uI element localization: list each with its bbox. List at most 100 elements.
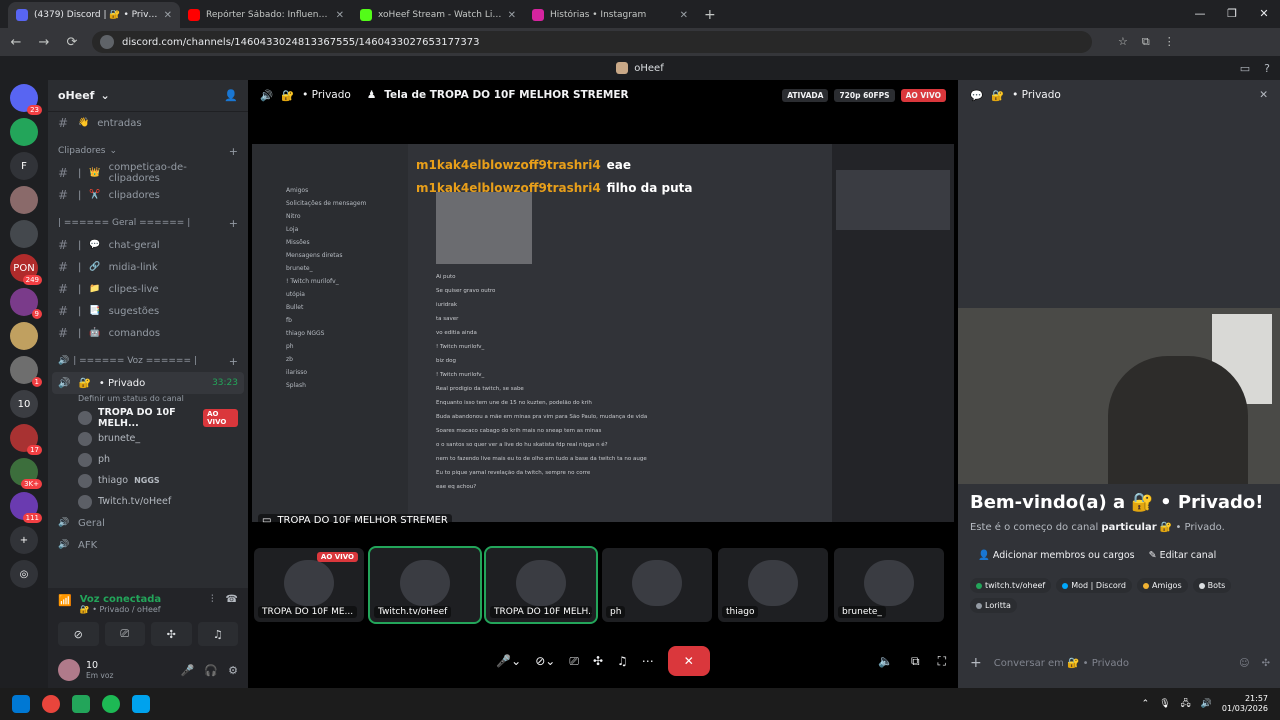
- close-tab-icon[interactable]: ✕: [680, 10, 688, 21]
- menu-dots-icon[interactable]: ⋮: [1164, 35, 1175, 49]
- participant-tile[interactable]: Twitch.tv/oHeef: [368, 546, 482, 624]
- microphone-icon[interactable]: 🎤⌄: [496, 654, 521, 668]
- role-tag[interactable]: Bots: [1192, 578, 1232, 593]
- server-icon[interactable]: 23: [10, 84, 42, 115]
- channel-competiçao-de-clipadores[interactable]: # | 👑 competiçao-de-clipadores: [48, 162, 248, 184]
- close-tab-icon[interactable]: ✕: [336, 10, 344, 21]
- browser-tab[interactable]: Histórias • Instagram ✕: [524, 2, 696, 28]
- server-icon[interactable]: 3K+: [10, 458, 42, 489]
- add-members-button[interactable]: 👤 Adicionar membros ou cargos: [978, 550, 1135, 561]
- gear-icon[interactable]: ⚙: [228, 664, 238, 677]
- voice-user[interactable]: thiago NGGS: [48, 470, 248, 491]
- site-info-icon[interactable]: [100, 35, 114, 49]
- browser-tab[interactable]: (4379) Discord | 🔐 • Privad ✕: [8, 2, 180, 28]
- edit-channel-button[interactable]: ✎ Editar canal: [1149, 550, 1217, 561]
- participant-tile[interactable]: TROPA DO 10F MELH...: [484, 546, 598, 624]
- back-icon[interactable]: ←: [8, 35, 24, 50]
- activities-button[interactable]: ✣: [151, 622, 192, 646]
- server-icon[interactable]: [10, 322, 38, 350]
- url-field[interactable]: discord.com/channels/1460433024813367555…: [92, 31, 1092, 53]
- forward-icon[interactable]: →: [36, 35, 52, 50]
- file-explorer-icon[interactable]: [132, 695, 150, 713]
- voice-channel-geral[interactable]: 🔊 Geral: [48, 512, 248, 534]
- bookmark-star-icon[interactable]: ☆: [1118, 35, 1128, 49]
- server-icon[interactable]: 10: [10, 390, 38, 418]
- close-tab-icon[interactable]: ✕: [508, 10, 516, 21]
- browser-tab[interactable]: xoHeef Stream - Watch Live on ✕: [352, 2, 524, 28]
- tray-chevron-icon[interactable]: ⌃: [1142, 699, 1150, 709]
- channel-clipes-live[interactable]: # | 📁 clipes-live: [48, 278, 248, 300]
- discover-icon[interactable]: ◎: [10, 560, 38, 588]
- channel-status[interactable]: Definir um status do canal: [48, 394, 248, 407]
- spotify-icon[interactable]: [102, 695, 120, 713]
- voice-channel-privado[interactable]: 🔊 🔐 • Privado 33:23: [52, 372, 244, 394]
- volume-icon[interactable]: 🔈: [878, 654, 893, 669]
- volume-tray-icon[interactable]: 🔊: [1201, 699, 1212, 709]
- help-icon[interactable]: ?: [1264, 62, 1270, 75]
- role-tag[interactable]: twitch.tv/oheef: [970, 578, 1052, 593]
- more-icon[interactable]: ⋯: [642, 654, 654, 668]
- extensions-icon[interactable]: ⧉: [1142, 35, 1150, 49]
- participant-tile[interactable]: thiago: [718, 548, 828, 622]
- add-attachment-icon[interactable]: +: [970, 655, 982, 671]
- add-channel-icon[interactable]: +: [229, 145, 238, 158]
- close-icon[interactable]: ✕: [1259, 89, 1268, 101]
- maximize-button[interactable]: ❐: [1216, 0, 1248, 28]
- microphone-icon[interactable]: 🎤: [181, 664, 195, 677]
- participant-tile[interactable]: ph: [602, 548, 712, 622]
- message-input[interactable]: Conversar em 🔐 • Privado: [994, 658, 1129, 669]
- participant-tile[interactable]: brunete_: [834, 548, 944, 622]
- voice-user[interactable]: TROPA DO 10F MELH... AO VIVO: [48, 407, 248, 429]
- invite-user-icon[interactable]: 👤: [224, 89, 238, 102]
- channel-midia-link[interactable]: # | 🔗 midia-link: [48, 256, 248, 278]
- add-server-icon[interactable]: +: [10, 526, 38, 554]
- message-composer[interactable]: + Conversar em 🔐 • Privado ☺ ✣: [970, 650, 1270, 676]
- channel-entradas[interactable]: # 👋 entradas: [48, 112, 248, 134]
- voice-user[interactable]: ph: [48, 449, 248, 470]
- leave-call-button[interactable]: ✕: [667, 646, 710, 676]
- mic-tray-icon[interactable]: 🎙: [1159, 699, 1170, 709]
- server-icon[interactable]: 17: [10, 424, 42, 455]
- category-clipadores[interactable]: Clipadores ⌄ +: [48, 140, 248, 162]
- clock[interactable]: 21:57 01/03/2026: [1222, 694, 1268, 714]
- reload-icon[interactable]: ⟳: [64, 35, 80, 50]
- server-icon[interactable]: 9: [10, 288, 42, 319]
- server-icon[interactable]: 1: [10, 356, 42, 387]
- activities-icon[interactable]: ✣: [593, 654, 603, 668]
- emoji-icon[interactable]: ☺: [1239, 658, 1249, 669]
- channel-clipadores[interactable]: # | ✂️ clipadores: [48, 184, 248, 206]
- close-tab-icon[interactable]: ✕: [164, 10, 172, 21]
- voice-channel-afk[interactable]: 🔊 AFK: [48, 534, 248, 556]
- windows-start-icon[interactable]: [12, 695, 30, 713]
- share-screen-button[interactable]: ⎚: [104, 622, 145, 646]
- server-icon[interactable]: [10, 118, 38, 146]
- channel-chat-geral[interactable]: # | 💬 chat-geral: [48, 234, 248, 256]
- discord-app-icon[interactable]: [72, 695, 90, 713]
- network-icon[interactable]: 🖧: [1181, 696, 1191, 712]
- fullscreen-icon[interactable]: ⛶: [938, 654, 946, 669]
- soundboard-button[interactable]: ♫: [197, 622, 238, 646]
- shared-screen[interactable]: Amigos Solicitações de mensagem Nitro Loja…: [252, 144, 954, 522]
- voice-user[interactable]: Twitch.tv/oHeef: [48, 491, 248, 512]
- camera-off-icon[interactable]: ⊘⌄: [535, 654, 555, 668]
- add-channel-icon[interactable]: +: [229, 217, 238, 230]
- guild-header[interactable]: oHeef ⌄ 👤: [48, 80, 248, 112]
- category-voz[interactable]: 🔊 | ====== Voz ====== | +: [48, 350, 248, 372]
- channel-sugestões[interactable]: # | 📑 sugestões: [48, 300, 248, 322]
- category-geral[interactable]: | ====== Geral ====== | +: [48, 212, 248, 234]
- headphones-icon[interactable]: 🎧: [204, 664, 218, 677]
- role-tag[interactable]: Loritta: [970, 598, 1017, 613]
- camera-off-button[interactable]: ⊘: [58, 622, 99, 646]
- share-screen-icon[interactable]: ⎚: [569, 654, 579, 669]
- soundboard-icon[interactable]: ♫: [617, 654, 628, 668]
- avatar[interactable]: [58, 659, 80, 681]
- server-icon[interactable]: PON 249: [10, 254, 42, 285]
- server-icon[interactable]: [10, 220, 38, 248]
- minimize-button[interactable]: —: [1184, 0, 1216, 28]
- server-icon[interactable]: F: [10, 152, 38, 180]
- voice-connected-channel[interactable]: 🔐 • Privado / oHeef: [80, 605, 161, 614]
- browser-tab[interactable]: Repórter Sábado: Influencers p ✕: [180, 2, 352, 28]
- channel-comandos[interactable]: # | 🤖 comandos: [48, 322, 248, 344]
- new-tab-button[interactable]: +: [704, 2, 716, 28]
- close-window-button[interactable]: ✕: [1248, 0, 1280, 28]
